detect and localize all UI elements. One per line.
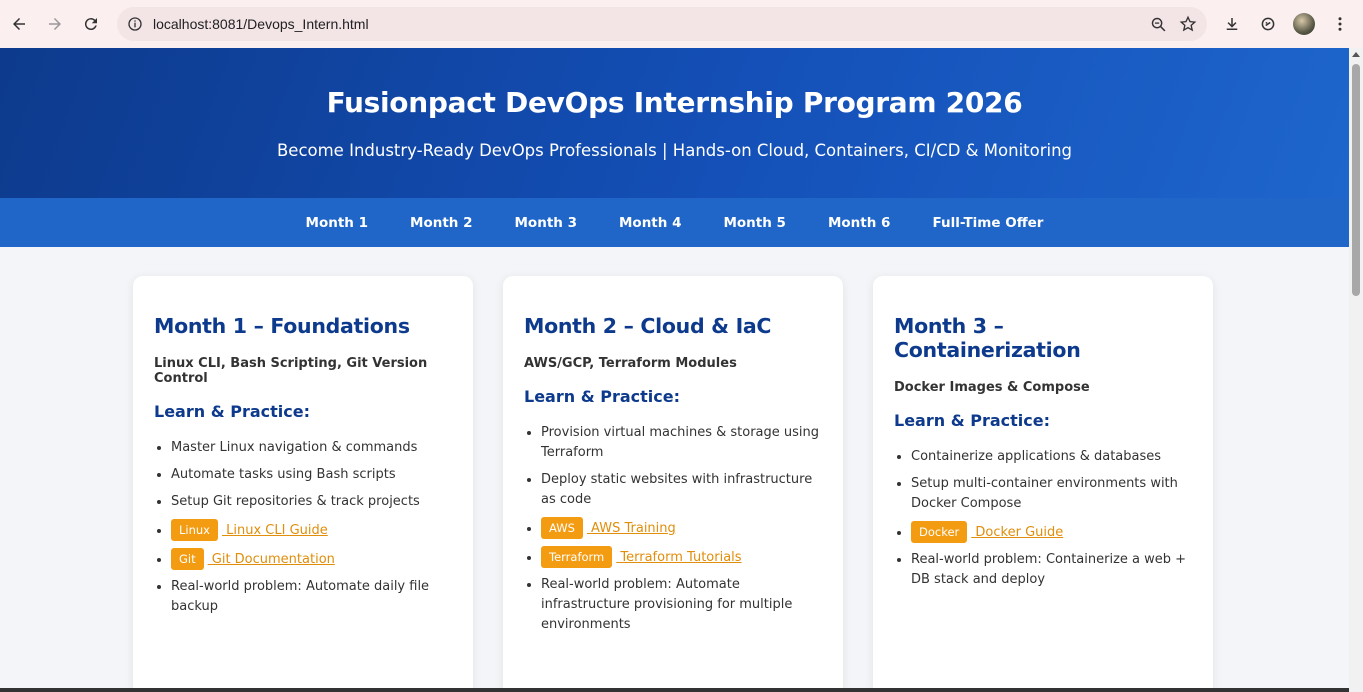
- list-item-link: Git Git Documentation: [171, 548, 452, 570]
- taskbar-edge: [0, 688, 1349, 692]
- list-item: Provision virtual machines & storage usi…: [541, 423, 822, 463]
- card-section-heading: Learn & Practice:: [154, 402, 310, 421]
- url-text[interactable]: localhost:8081/Devops_Intern.html: [153, 16, 369, 32]
- nav-month-4[interactable]: Month 4: [598, 215, 702, 231]
- reload-icon[interactable]: [73, 6, 109, 42]
- profile-avatar[interactable]: [1289, 6, 1319, 42]
- zoom-icon[interactable]: [1150, 16, 1167, 33]
- resource-link[interactable]: Linux CLI Guide: [222, 523, 328, 538]
- month-cards: Month 1 – Foundations Linux CLI, Bash Sc…: [133, 276, 1213, 692]
- card-list: Master Linux navigation & commands Autom…: [154, 438, 452, 617]
- page-subtitle: Become Industry-Ready DevOps Professiona…: [276, 141, 1073, 160]
- resource-link[interactable]: Git Documentation: [208, 552, 335, 567]
- list-item: Real-world problem: Automate infrastruct…: [541, 575, 822, 635]
- card-title: Month 1 – Foundations: [154, 314, 410, 338]
- card-title: Month 3 – Containerization: [894, 314, 1081, 362]
- list-item-link: AWS AWS Training: [541, 517, 822, 539]
- tag-badge: Linux: [171, 519, 218, 541]
- tag-badge: Terraform: [541, 546, 613, 568]
- resource-link[interactable]: Docker Guide: [971, 525, 1063, 540]
- forward-icon[interactable]: [37, 6, 73, 42]
- card-title: Month 2 – Cloud & IaC: [524, 314, 772, 338]
- extension-icon[interactable]: [1253, 6, 1283, 42]
- tag-badge: Git: [171, 548, 204, 570]
- nav-month-6[interactable]: Month 6: [807, 215, 911, 231]
- list-item-link: Terraform Terraform Tutorials: [541, 546, 822, 568]
- card-list: Containerize applications & databases Se…: [894, 447, 1192, 590]
- address-bar[interactable]: localhost:8081/Devops_Intern.html: [117, 7, 1207, 41]
- list-item: Master Linux navigation & commands: [171, 438, 452, 458]
- nav-month-1[interactable]: Month 1: [285, 215, 389, 231]
- site-info-icon[interactable]: [127, 16, 143, 32]
- resource-link[interactable]: Terraform Tutorials: [616, 550, 741, 565]
- list-item-link: Linux Linux CLI Guide: [171, 519, 452, 541]
- month-card: Month 1 – Foundations Linux CLI, Bash Sc…: [133, 276, 473, 692]
- tag-badge: AWS: [541, 517, 583, 539]
- star-icon[interactable]: [1179, 15, 1197, 33]
- list-item-link: Docker Docker Guide: [911, 521, 1192, 543]
- menu-icon[interactable]: [1325, 6, 1355, 42]
- card-section-heading: Learn & Practice:: [524, 387, 680, 406]
- list-item: Deploy static websites with infrastructu…: [541, 470, 822, 510]
- browser-toolbar: localhost:8081/Devops_Intern.html: [0, 0, 1363, 48]
- page-title: Fusionpact DevOps Internship Program 202…: [326, 86, 1023, 119]
- back-icon[interactable]: [1, 6, 37, 42]
- month-card: Month 2 – Cloud & IaC AWS/GCP, Terraform…: [503, 276, 843, 692]
- scroll-thumb[interactable]: [1352, 64, 1360, 296]
- list-item: Setup Git repositories & track projects: [171, 492, 452, 512]
- nav-full-time-offer[interactable]: Full-Time Offer: [911, 215, 1064, 231]
- scroll-up-icon[interactable]: [1352, 52, 1360, 57]
- month-card: Month 3 – Containerization Docker Images…: [873, 276, 1213, 692]
- list-item: Setup multi-container environments with …: [911, 474, 1192, 514]
- card-section-heading: Learn & Practice:: [894, 411, 1050, 430]
- card-subtitle: Docker Images & Compose: [894, 380, 1090, 395]
- nav-month-3[interactable]: Month 3: [494, 215, 598, 231]
- download-icon[interactable]: [1217, 6, 1247, 42]
- list-item: Real-world problem: Containerize a web +…: [911, 550, 1192, 590]
- page-scrollbar[interactable]: [1349, 48, 1363, 692]
- list-item: Containerize applications & databases: [911, 447, 1192, 467]
- list-item: Real-world problem: Automate daily file …: [171, 577, 452, 617]
- tag-badge: Docker: [911, 521, 968, 543]
- card-subtitle: Linux CLI, Bash Scripting, Git Version C…: [154, 356, 428, 386]
- page-viewport: Fusionpact DevOps Internship Program 202…: [0, 48, 1349, 692]
- card-subtitle: AWS/GCP, Terraform Modules: [524, 356, 737, 371]
- list-item: Automate tasks using Bash scripts: [171, 465, 452, 485]
- hero-header: Fusionpact DevOps Internship Program 202…: [0, 48, 1349, 198]
- resource-link[interactable]: AWS Training: [587, 521, 676, 536]
- nav-month-5[interactable]: Month 5: [702, 215, 806, 231]
- month-navbar: Month 1 Month 2 Month 3 Month 4 Month 5 …: [0, 198, 1349, 247]
- nav-month-2[interactable]: Month 2: [389, 215, 493, 231]
- card-list: Provision virtual machines & storage usi…: [524, 423, 822, 635]
